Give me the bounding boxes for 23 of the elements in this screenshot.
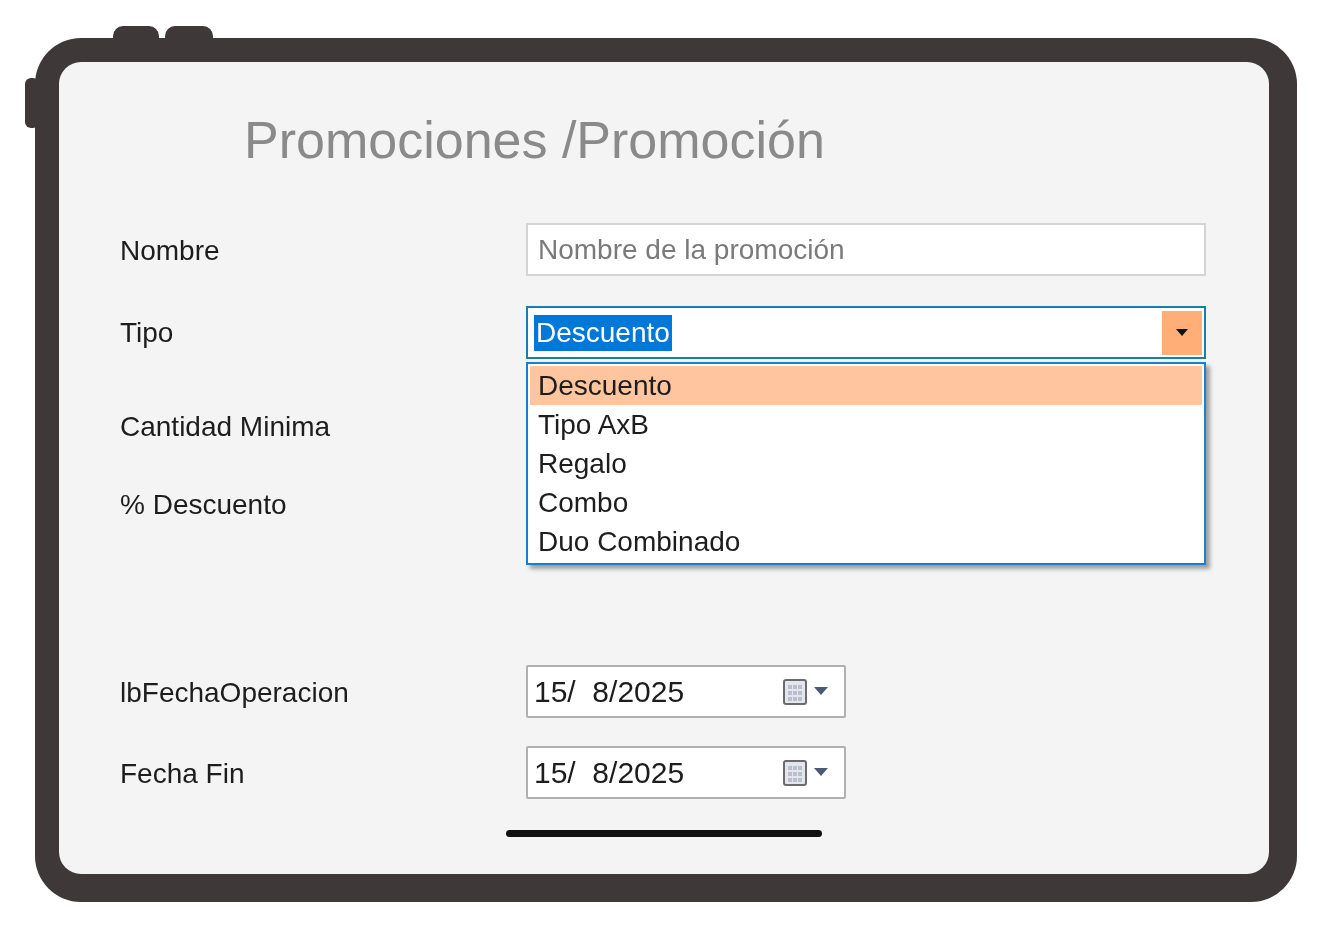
date-picker[interactable]: 15/ 8/2025 (526, 665, 846, 718)
dropdown-option[interactable]: Combo (530, 483, 1202, 522)
dropdown-option[interactable]: Regalo (530, 444, 1202, 483)
calendar-icon[interactable] (782, 757, 830, 788)
date-picker[interactable]: 15/ 8/2025 (526, 746, 846, 799)
field-label: Fecha Fin (120, 757, 245, 791)
field-label: lbFechaOperacion (120, 676, 349, 710)
dropdown-option[interactable]: Descuento (530, 366, 1202, 405)
dropdown-option[interactable]: Duo Combinado (530, 522, 1202, 561)
calendar-icon[interactable] (782, 676, 830, 707)
date-value: 15/ 8/2025 (534, 674, 686, 710)
caret-icon (1176, 328, 1188, 337)
name-input-field[interactable]: Nombre de la promoción (526, 223, 1206, 276)
field-label: Nombre (120, 234, 220, 268)
date-value: 15/ 8/2025 (534, 755, 686, 791)
field-label: Cantidad Minima (120, 410, 331, 444)
combo-value: Descuento (534, 314, 672, 351)
field-label: % Descuento (120, 488, 287, 522)
type-combo-box[interactable]: Descuento (526, 306, 1206, 359)
dropdown-button[interactable] (1162, 310, 1202, 355)
form-title: Promociones /Promoción (243, 110, 826, 171)
dropdown-option[interactable]: Tipo AxB (530, 405, 1202, 444)
field-label: Tipo (120, 315, 174, 350)
